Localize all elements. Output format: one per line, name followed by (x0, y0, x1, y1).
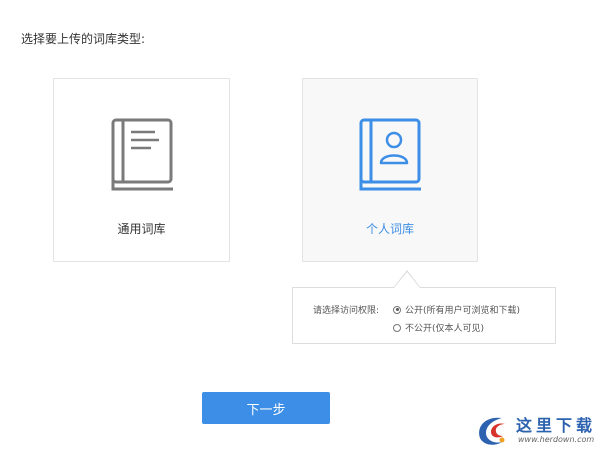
watermark-url: www.herdown.com (518, 435, 595, 444)
panel-pointer-fill (394, 272, 420, 288)
private-option-label: 不公开(仅本人可见) (405, 324, 485, 334)
book-icon (111, 118, 173, 191)
contact-book-icon (359, 118, 421, 191)
personal-dictionary-card[interactable]: 个人词库 (302, 78, 478, 262)
next-step-button[interactable]: 下一步 (202, 392, 330, 424)
general-dictionary-card[interactable]: 通用词库 (53, 78, 230, 262)
public-radio[interactable] (393, 305, 401, 314)
watermark-title: 这里下载 (516, 416, 597, 435)
dictionary-type-prompt: 选择要上传的词库类型: (21, 32, 146, 46)
site-watermark: 这里下载 www.herdown.com (472, 410, 596, 450)
upload-dictionary-page: 选择要上传的词库类型: 通用词库 个人词库 请选择访问权限: 公开(所有用户可浏… (0, 0, 600, 453)
private-option[interactable]: 不公开(仅本人可见) (393, 321, 484, 334)
public-option-label: 公开(所有用户可浏览和下载) (405, 306, 521, 316)
access-permission-panel: 请选择访问权限: 公开(所有用户可浏览和下载) 不公开(仅本人可见) (292, 287, 556, 344)
personal-dictionary-label: 个人词库 (365, 222, 414, 236)
access-permission-label: 请选择访问权限: (313, 306, 380, 316)
public-option[interactable]: 公开(所有用户可浏览和下载) (393, 303, 520, 316)
watermark-logo-icon (479, 417, 505, 445)
private-radio[interactable] (393, 323, 401, 332)
general-dictionary-label: 通用词库 (117, 222, 166, 236)
